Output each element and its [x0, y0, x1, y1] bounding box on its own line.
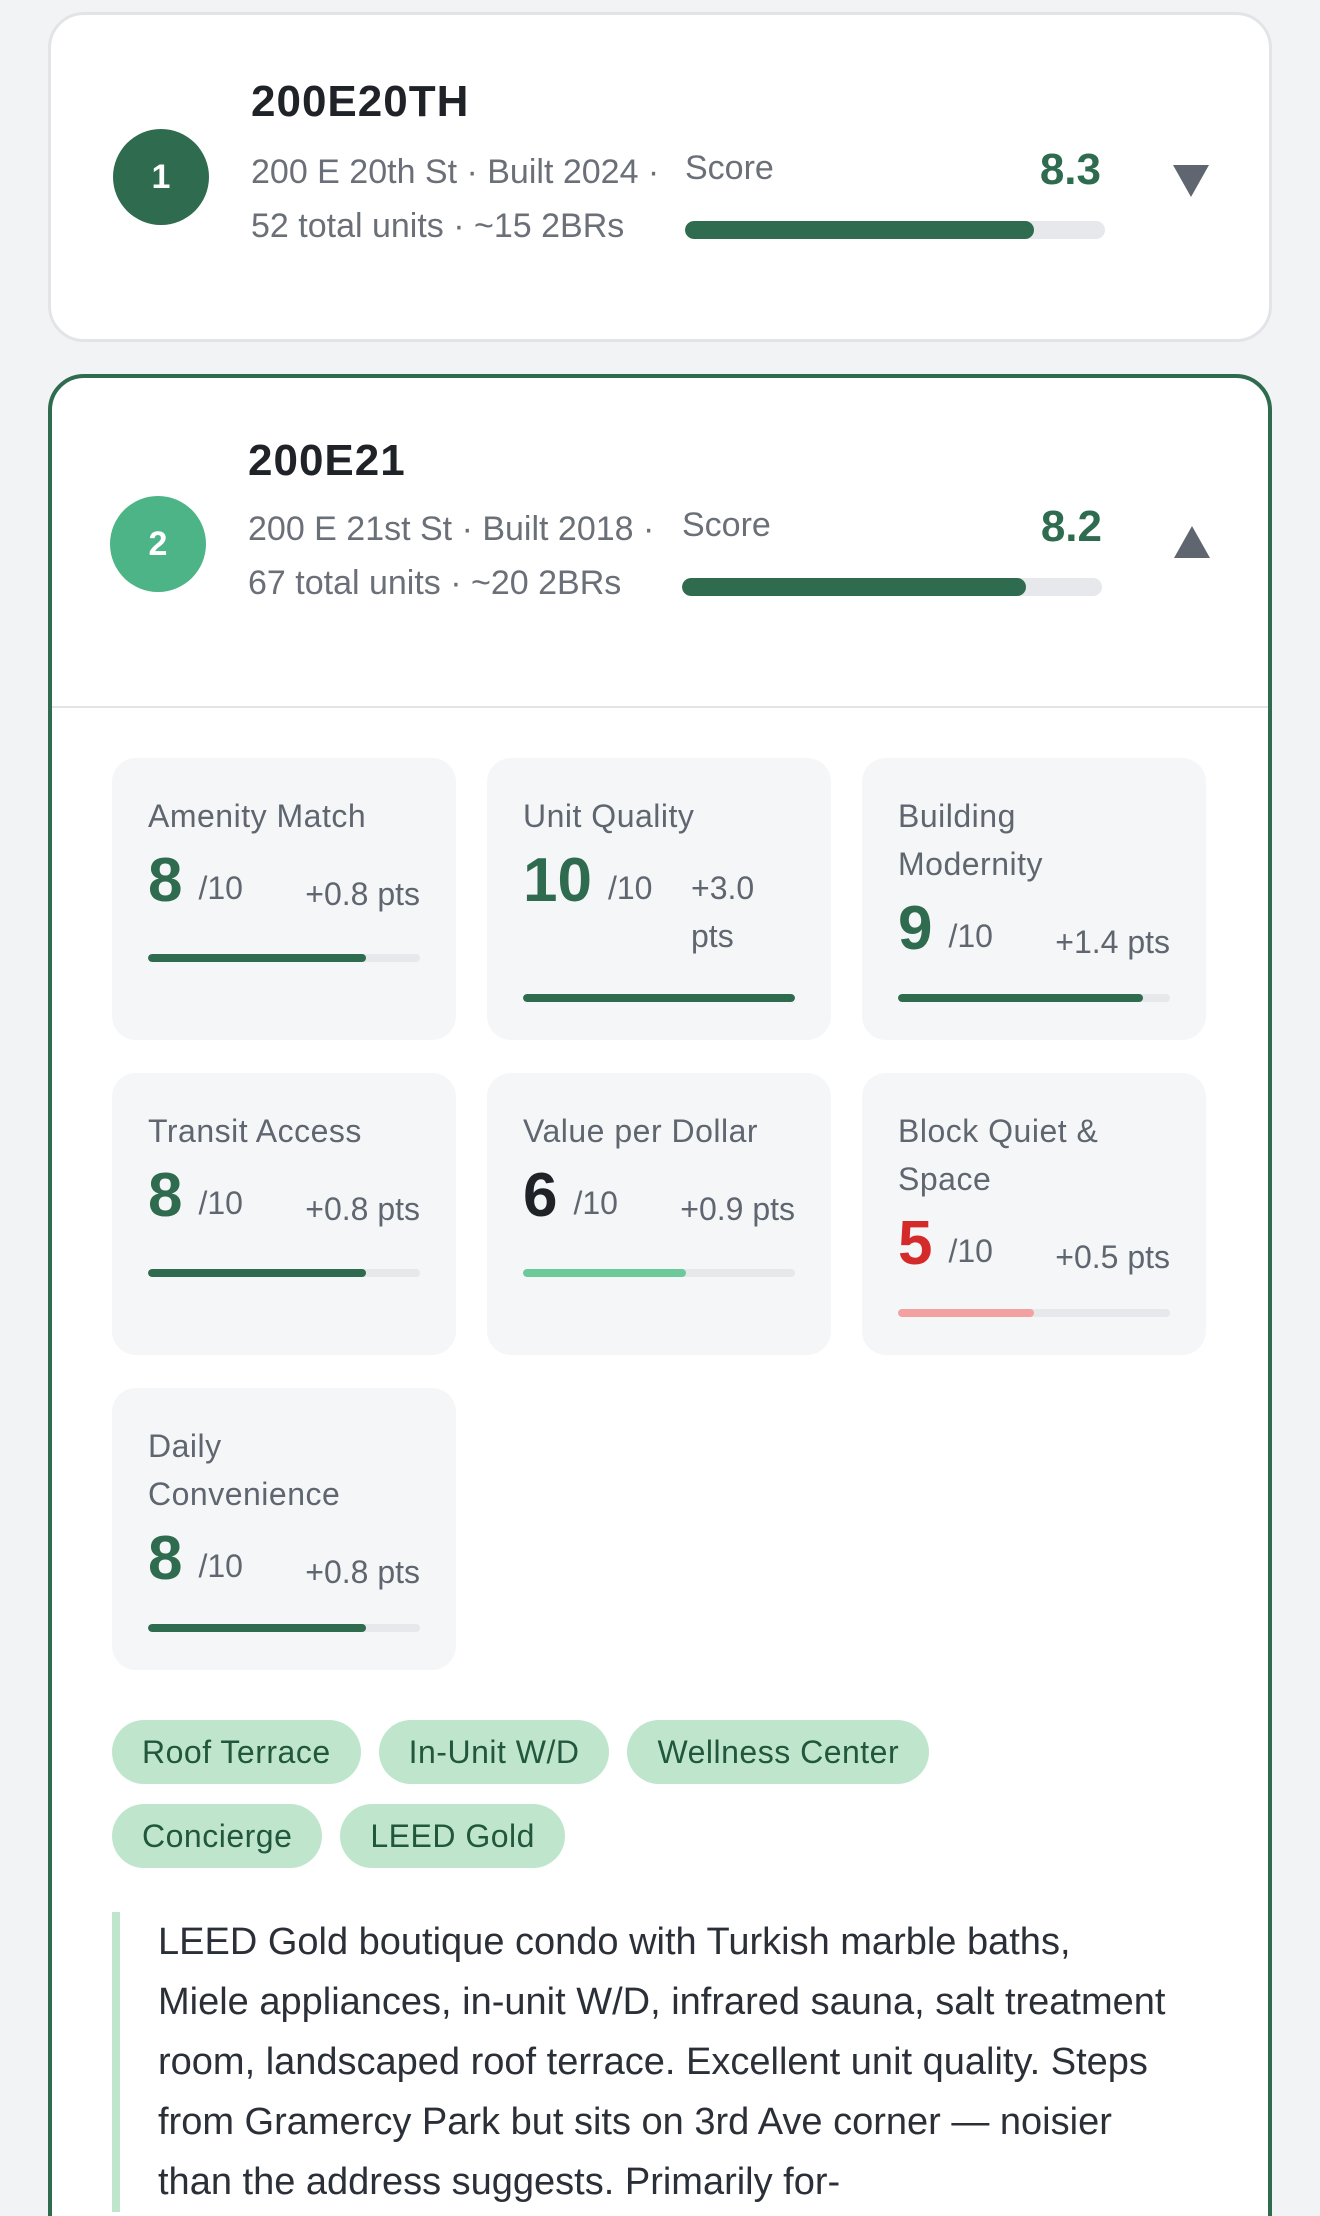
metric-points: +1.4 pts — [1055, 924, 1170, 960]
amenity-tag: Wellness Center — [627, 1720, 930, 1784]
metric-card: Building Modernity 9/10 +1.4 pts — [862, 758, 1206, 1040]
metric-out-of: /10 — [573, 1185, 618, 1221]
rank-badge: 2 — [110, 496, 206, 592]
metric-bar — [148, 954, 420, 962]
score-value: 8.2 — [1040, 502, 1102, 551]
metric-points: +0.8 pts — [305, 876, 420, 912]
metric-out-of: /10 — [198, 1548, 243, 1584]
metric-card: Daily Convenience 8/10 +0.8 pts — [112, 1388, 456, 1670]
metric-bar-fill — [523, 994, 795, 1002]
building-card-2[interactable]: 2 200E21 200 E 21st St · Built 2018 · 67… — [48, 374, 1272, 2216]
metric-out-of: /10 — [948, 918, 993, 954]
metric-score-row: 8/10 +0.8 pts — [148, 1161, 420, 1233]
amenity-tag: Roof Terrace — [112, 1720, 361, 1784]
metric-score: 8 — [148, 1524, 183, 1593]
metric-score-row: 10/10 +3.0 pts — [523, 846, 795, 960]
metric-label: Amenity Match — [148, 798, 367, 834]
metric-score: 5 — [898, 1209, 933, 1278]
building-description: LEED Gold boutique condo with Turkish ma… — [112, 1912, 1168, 2212]
metric-score: 6 — [523, 1161, 558, 1230]
metric-points: +0.9 pts — [680, 1191, 795, 1227]
metric-points: +0.8 pts — [305, 1191, 420, 1227]
score-bar-fill — [685, 221, 1034, 239]
score-label: Score — [682, 506, 771, 544]
metric-card: Value per Dollar 6/10 +0.9 pts — [487, 1073, 831, 1355]
metric-score-row: 5/10 +0.5 pts — [898, 1209, 1170, 1281]
metric-grid: Amenity Match 8/10 +0.8 pts Unit Quality 10/… — [112, 758, 1208, 1670]
metric-bar-fill — [523, 1269, 687, 1277]
building-card-header[interactable]: 1 200E20TH 200 E 20th St · Built 2024 · … — [51, 15, 1269, 339]
score-bar-fill — [682, 578, 1027, 596]
metric-bar — [523, 994, 795, 1002]
metric-score: 8 — [148, 846, 183, 915]
metric-out-of: /10 — [607, 870, 653, 906]
amenity-tags: Roof Terrace In-Unit W/D Wellness Center Co… — [112, 1720, 1012, 1868]
score-bar — [682, 578, 1102, 596]
metric-label: Block Quiet & Space — [898, 1113, 1099, 1197]
metric-bar — [898, 1309, 1170, 1317]
building-card-1[interactable]: 1 200E20TH 200 E 20th St · Built 2024 · … — [48, 12, 1272, 342]
score-label: Score — [685, 149, 774, 187]
metric-points: +0.8 pts — [305, 1554, 420, 1590]
metric-bar-fill — [898, 1309, 1034, 1317]
metric-bar-fill — [148, 1624, 366, 1632]
metric-label: Building Modernity — [898, 798, 1043, 882]
metric-bar — [148, 1269, 420, 1277]
triangle-down-icon — [1173, 165, 1209, 197]
metric-score-row: 6/10 +0.9 pts — [523, 1161, 795, 1233]
metric-out-of: /10 — [198, 870, 243, 906]
building-card-header[interactable]: 2 200E21 200 E 21st St · Built 2018 · 67… — [52, 378, 1268, 706]
building-details: Amenity Match 8/10 +0.8 pts Unit Quality 10/… — [52, 708, 1268, 2212]
metric-label: Unit Quality — [523, 798, 695, 834]
expand-toggle-button[interactable] — [1169, 161, 1213, 201]
metric-score-row: 8/10 +0.8 pts — [148, 1524, 420, 1596]
metric-points: +3.0 pts — [691, 870, 755, 954]
metric-card: Transit Access 8/10 +0.8 pts — [112, 1073, 456, 1355]
score-bar — [685, 221, 1105, 239]
metric-score-row: 9/10 +1.4 pts — [898, 894, 1170, 966]
amenity-tag: Concierge — [112, 1804, 323, 1868]
triangle-up-icon — [1174, 526, 1210, 558]
metric-score-row: 8/10 +0.8 pts — [148, 846, 420, 918]
metric-card: Amenity Match 8/10 +0.8 pts — [112, 758, 456, 1040]
metric-card: Unit Quality 10/10 +3.0 pts — [487, 758, 831, 1040]
metric-bar — [148, 1624, 420, 1632]
score-value: 8.3 — [1039, 145, 1101, 194]
building-meta: 200 E 21st St · Built 2018 · 67 total un… — [248, 510, 655, 602]
metric-score: 10 — [523, 846, 592, 915]
amenity-tag: LEED Gold — [340, 1804, 565, 1868]
metric-score: 9 — [898, 894, 933, 963]
metric-bar-fill — [148, 954, 366, 962]
collapse-toggle-button[interactable] — [1170, 522, 1214, 562]
metric-bar-fill — [898, 994, 1143, 1002]
metric-bar — [898, 994, 1170, 1002]
metric-label: Daily Convenience — [148, 1428, 341, 1512]
metric-out-of: /10 — [198, 1185, 243, 1221]
building-title: 200E20TH — [251, 77, 470, 126]
metric-score: 8 — [148, 1161, 183, 1230]
metric-card: Block Quiet & Space 5/10 +0.5 pts — [862, 1073, 1206, 1355]
metric-label: Transit Access — [148, 1113, 362, 1149]
building-ranking-list: 1 200E20TH 200 E 20th St · Built 2024 · … — [0, 0, 1320, 2216]
metric-points: +0.5 pts — [1055, 1239, 1170, 1275]
metric-out-of: /10 — [948, 1233, 993, 1269]
metric-bar — [523, 1269, 795, 1277]
metric-bar-fill — [148, 1269, 366, 1277]
metric-label: Value per Dollar — [523, 1113, 759, 1149]
amenity-tag: In-Unit W/D — [378, 1720, 610, 1784]
building-meta: 200 E 20th St · Built 2024 · 52 total un… — [251, 153, 660, 245]
building-title: 200E21 — [248, 436, 406, 485]
rank-badge: 1 — [113, 129, 209, 225]
